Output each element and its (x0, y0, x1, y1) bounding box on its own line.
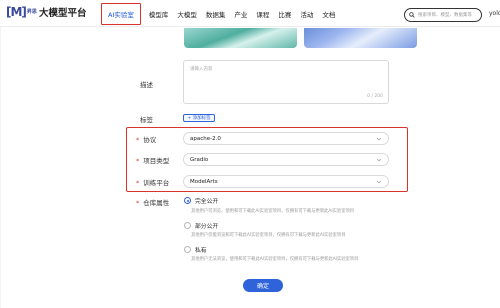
radio-public[interactable]: 完全公开 (184, 196, 218, 205)
nav-item-courses[interactable]: 课程 (256, 9, 269, 19)
chevron-down-icon (376, 180, 382, 184)
nav-item-competitions[interactable]: 比赛 (278, 9, 291, 19)
required-mark: * (136, 199, 140, 207)
radio-label: 私有 (195, 248, 207, 254)
main-nav: AI实验室 模型库 大模型 数据集 产业 课程 比赛 活动 文档 (100, 0, 344, 27)
nav-item-model-hub[interactable]: 模型库 (149, 9, 169, 19)
brand-logo[interactable]: [M] 昇思 大模型平台 (6, 5, 86, 19)
project-type-value: Gradio (190, 156, 209, 163)
license-label-text: 协议 (143, 136, 157, 144)
nav-item-datasets[interactable]: 数据集 (206, 9, 226, 19)
radio-button[interactable] (184, 222, 191, 229)
cover-thumbnail[interactable] (304, 28, 417, 48)
user-menu[interactable]: yolo (489, 10, 500, 17)
confirm-button[interactable]: 确定 (243, 279, 283, 292)
visibility-label-text: 仓库属性 (143, 199, 170, 207)
nav-item-docs[interactable]: 文档 (322, 9, 335, 19)
description-textarea[interactable]: 请输入内容 0 / 200 (183, 60, 389, 104)
nav-item-large-model[interactable]: 大模型 (177, 9, 197, 19)
search-input[interactable]: 搜索项目、模型、数据集等 (418, 12, 472, 18)
radio-description: 其他用户无法浏览，使用和可下载此AI实验室项目，仅拥有可下载与更新此AI实验室项… (191, 257, 359, 262)
radio-button[interactable] (184, 197, 191, 204)
logo-sub: 昇思 (26, 9, 37, 15)
radio-description: 其他用户可浏览、使用和可下载此AI实验室项目，仅拥有可下载与更新此AI实验室项目 (191, 209, 355, 214)
chevron-down-icon (376, 158, 382, 162)
project-type-select[interactable]: Gradio (183, 153, 389, 166)
required-mark: * (136, 136, 140, 144)
visibility-label: * 仓库属性 (136, 197, 169, 207)
add-tag-button[interactable]: + 添加标签 (183, 114, 215, 122)
radio-private[interactable]: 私有 (184, 245, 207, 254)
project-type-label-text: 项目类型 (143, 157, 170, 165)
cover-thumbnail[interactable] (184, 28, 297, 48)
platform-label: * 训练平台 (136, 177, 169, 187)
search-box[interactable]: 搜索项目、模型、数据集等 (404, 8, 482, 22)
radio-label: 部分公开 (195, 224, 219, 230)
license-select[interactable]: apache-2.0 (183, 132, 389, 145)
radio-button[interactable] (184, 246, 191, 253)
chevron-down-icon (376, 137, 382, 141)
platform-title: 大模型平台 (38, 8, 87, 19)
license-value: apache-2.0 (190, 135, 221, 142)
platform-label-text: 训练平台 (143, 179, 170, 187)
nav-item-ai-lab[interactable]: AI实验室 (101, 2, 141, 25)
required-mark: * (136, 179, 140, 187)
nav-item-events[interactable]: 活动 (300, 9, 313, 19)
nav-item-industry[interactable]: 产业 (234, 9, 247, 19)
radio-label: 完全公开 (195, 199, 219, 205)
platform-select[interactable]: ModelArts (183, 175, 389, 188)
description-placeholder: 请输入内容 (190, 67, 213, 72)
tags-label: 标签 (140, 116, 153, 124)
search-icon (409, 12, 415, 18)
character-counter: 0 / 200 (367, 94, 383, 99)
description-label: 描述 (140, 81, 153, 89)
divider (0, 27, 1, 308)
platform-value: ModelArts (190, 178, 218, 185)
required-mark: * (136, 157, 140, 165)
logo-mark: [M] (6, 5, 27, 19)
radio-description: 其他用户仅能浏览和可下载此AI实验室项目，仅拥有可下载与更新此AI实验室项目 (191, 233, 346, 238)
project-type-label: * 项目类型 (136, 155, 169, 165)
top-navigation-bar: [M] 昇思 大模型平台 AI实验室 模型库 大模型 数据集 产业 课程 比赛 … (0, 0, 500, 27)
license-label: * 协议 (136, 134, 156, 144)
radio-partial[interactable]: 部分公开 (184, 221, 218, 230)
page: [M] 昇思 大模型平台 AI实验室 模型库 大模型 数据集 产业 课程 比赛 … (0, 0, 500, 308)
